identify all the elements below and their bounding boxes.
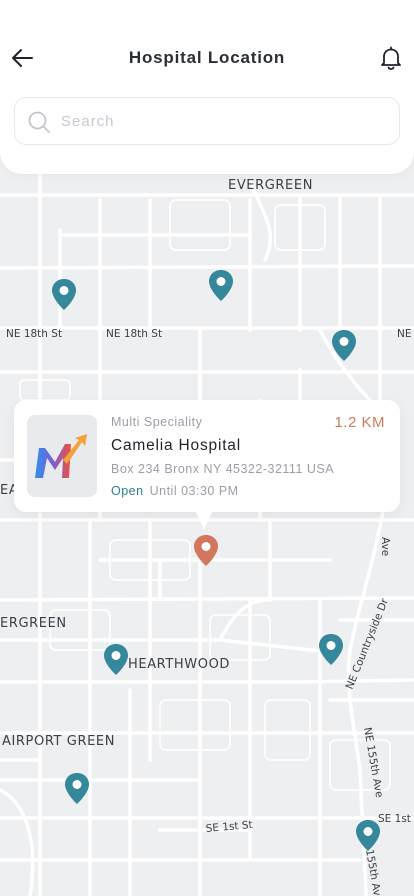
search-input[interactable] bbox=[61, 98, 381, 144]
card-pointer bbox=[194, 508, 214, 530]
map-pin-icon[interactable] bbox=[64, 772, 90, 805]
map-label-evergreen-left: ERGREEN bbox=[0, 616, 67, 631]
opening-hours: Until 03:30 PM bbox=[149, 484, 239, 498]
hospital-name: Camelia Hospital bbox=[111, 437, 241, 454]
header: Hospital Location bbox=[0, 0, 414, 174]
hospital-status-line: Open Until 03:30 PM bbox=[111, 484, 239, 498]
map-label-ave: Ave bbox=[379, 537, 391, 556]
hospital-distance: 1.2 KM bbox=[334, 414, 385, 431]
map-label-airport-green: AIRPORT GREEN bbox=[2, 734, 115, 749]
map-pin-icon[interactable] bbox=[331, 329, 357, 362]
hospital-logo bbox=[27, 415, 97, 497]
search-box[interactable] bbox=[14, 97, 400, 145]
hospital-address: Box 234 Bronx NY 45322-32111 USA bbox=[111, 462, 335, 476]
search-icon bbox=[28, 111, 50, 133]
map-label-ne-right: NE bbox=[397, 328, 412, 340]
map-pin-icon[interactable] bbox=[103, 643, 129, 676]
map-pin-icon[interactable] bbox=[318, 633, 344, 666]
page-title: Hospital Location bbox=[128, 48, 286, 67]
map-pin-icon[interactable] bbox=[355, 819, 381, 852]
map-pin-icon[interactable] bbox=[208, 269, 234, 302]
hospital-logo-icon bbox=[35, 434, 87, 478]
map-label-ne18-mid: NE 18th St bbox=[106, 328, 162, 340]
open-status: Open bbox=[111, 484, 144, 498]
map-label-ne18-left: NE 18th St bbox=[6, 328, 62, 340]
map-label-se1st-right: SE 1st S bbox=[378, 813, 414, 825]
selected-hospital-pin-icon[interactable] bbox=[193, 534, 219, 567]
map-label-evergreen: EVERGREEN bbox=[228, 178, 313, 193]
bell-icon[interactable] bbox=[378, 45, 404, 71]
map-label-hearthwood: HEARTHWOOD bbox=[128, 657, 230, 672]
hospital-category: Multi Speciality bbox=[111, 415, 203, 429]
hospital-card[interactable]: Multi Speciality 1.2 KM Camelia Hospital… bbox=[14, 400, 400, 512]
map-pin-icon[interactable] bbox=[51, 278, 77, 311]
